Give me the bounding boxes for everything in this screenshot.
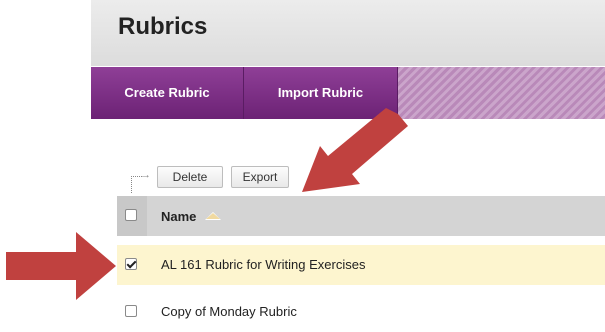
column-header-name[interactable]: Name — [161, 209, 222, 224]
table-header: Name — [117, 196, 605, 236]
table-row[interactable]: AL 161 Rubric for Writing Exercises — [117, 245, 605, 285]
row-checkbox-checked[interactable] — [125, 258, 137, 270]
row-checkbox[interactable] — [125, 305, 137, 317]
select-all-cell — [117, 196, 147, 236]
table-row[interactable]: Copy of Monday Rubric — [117, 292, 605, 332]
create-rubric-button[interactable]: Create Rubric — [91, 67, 244, 119]
rubric-name[interactable]: AL 161 Rubric for Writing Exercises — [161, 257, 365, 272]
rubric-name[interactable]: Copy of Monday Rubric — [161, 304, 297, 319]
page-title: Rubrics — [118, 13, 208, 40]
annotation-arrow-export — [302, 108, 408, 192]
annotation-arrow-row — [6, 232, 116, 300]
column-header-name-label: Name — [161, 209, 197, 224]
page-header: Rubrics — [91, 0, 605, 66]
sort-ascending-icon — [205, 212, 222, 220]
row-checkbox-cell — [117, 245, 147, 285]
export-button[interactable]: Export — [231, 166, 289, 188]
row-checkbox-cell — [117, 292, 147, 332]
connector-arrow-icon: → — [140, 169, 151, 181]
select-all-checkbox[interactable] — [125, 209, 137, 221]
delete-button[interactable]: Delete — [157, 166, 223, 188]
